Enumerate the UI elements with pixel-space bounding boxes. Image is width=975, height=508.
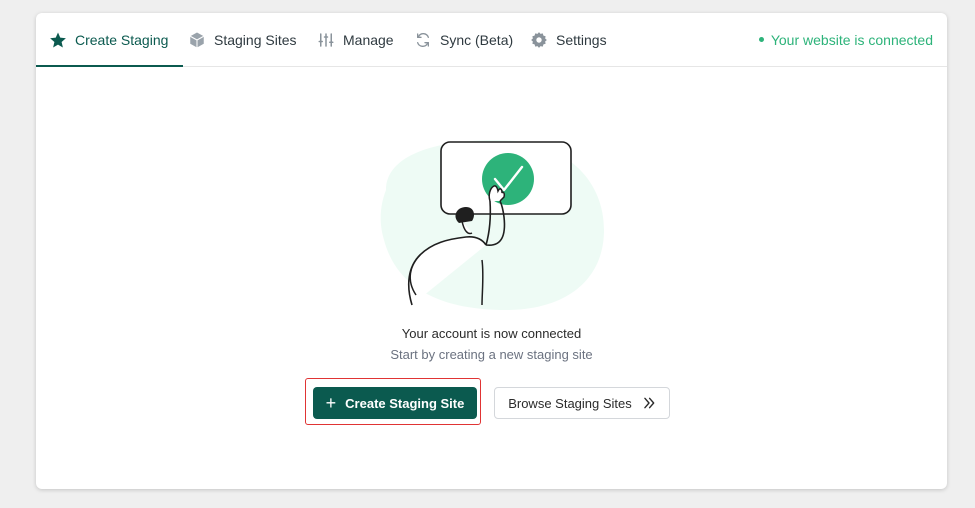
gear-icon [530,31,548,49]
status-text: Your website is connected [770,31,933,48]
tab-bar: Create Staging Staging Sites Manage Sync… [36,13,947,67]
tab-label: Manage [343,31,394,48]
tab-staging-sites[interactable]: Staging Sites [188,13,297,66]
tab-label: Staging Sites [214,31,297,48]
star-icon [49,31,67,49]
tab-label: Sync (Beta) [440,31,514,48]
connection-status: Your website is connected [758,13,933,66]
status-dot-icon [758,37,764,42]
tab-create-staging[interactable]: Create Staging [36,13,184,67]
tab-settings[interactable]: Settings [530,13,607,66]
tab-sync-beta[interactable]: Sync (Beta) [414,13,513,66]
double-chevron-right-icon [642,396,656,410]
browse-staging-sites-label: Browse Staging Sites [508,395,632,411]
plus-icon: + [325,393,337,413]
tab-manage[interactable]: Manage [317,13,394,66]
create-staging-site-label: Create Staging Site [345,395,465,411]
staging-panel: Create Staging Staging Sites Manage Sync… [36,13,947,489]
create-staging-site-button[interactable]: + Create Staging Site [313,387,477,419]
tab-label: Settings [556,31,607,48]
connected-illustration [380,140,604,310]
browse-staging-sites-button[interactable]: Browse Staging Sites [494,387,670,419]
connected-subline: Start by creating a new staging site [390,347,593,362]
sync-icon [414,31,432,49]
sliders-icon [317,31,335,49]
connected-headline: Your account is now connected [401,326,582,341]
tab-label: Create Staging [75,31,169,48]
cube-icon [188,31,206,49]
